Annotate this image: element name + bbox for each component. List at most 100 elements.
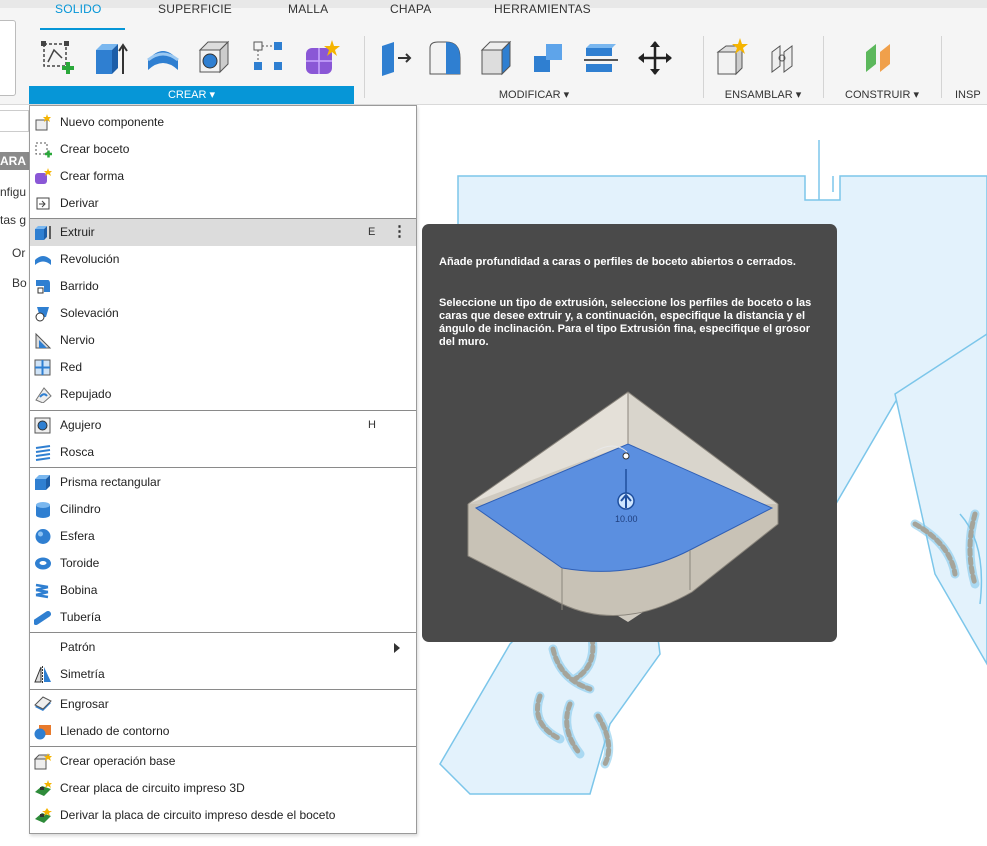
menu-item-nervio[interactable]: Nervio bbox=[30, 327, 416, 354]
rib-icon bbox=[35, 332, 52, 349]
modificar-group-button[interactable]: MODIFICAR ▾ bbox=[366, 86, 702, 104]
dimension-label: 10.00 bbox=[615, 514, 638, 524]
create-form-icon bbox=[35, 168, 52, 184]
menu-item-prisma-rectangular[interactable]: Prisma rectangular bbox=[30, 469, 416, 496]
thicken-icon bbox=[34, 696, 52, 711]
menu-item-esfera[interactable]: Esfera bbox=[30, 523, 416, 550]
menu-item-derivar-placa[interactable]: Derivar la placa de circuito impreso des… bbox=[30, 802, 416, 829]
construir-group-button[interactable]: CONSTRUIR ▾ bbox=[824, 86, 940, 104]
extrude-icon[interactable] bbox=[92, 38, 130, 78]
ensamblar-group-button[interactable]: ENSAMBLAR ▾ bbox=[704, 86, 822, 104]
base-feature-icon bbox=[34, 753, 52, 770]
tab-chapa[interactable]: CHAPA bbox=[390, 2, 431, 16]
pipe-icon bbox=[34, 611, 51, 625]
crear-group-button[interactable]: CREAR ▾ bbox=[29, 86, 354, 104]
emboss-icon bbox=[35, 387, 52, 403]
data-panel-button[interactable] bbox=[0, 20, 16, 96]
mirror-icon bbox=[34, 666, 51, 683]
submenu-arrow-icon bbox=[394, 643, 400, 653]
menu-item-patron[interactable]: Patrón bbox=[30, 634, 416, 661]
loft-icon bbox=[35, 307, 49, 322]
press-pull-icon[interactable] bbox=[376, 38, 414, 78]
box-icon bbox=[35, 475, 50, 490]
derive-icon bbox=[36, 197, 50, 210]
menu-item-crear-operacion-base[interactable]: Crear operación base bbox=[30, 748, 416, 775]
menu-item-engrosar[interactable]: Engrosar bbox=[30, 691, 416, 718]
menu-separator bbox=[30, 632, 416, 633]
offset-plane-icon[interactable] bbox=[862, 38, 900, 78]
menu-item-cilindro[interactable]: Cilindro bbox=[30, 496, 416, 523]
revolve-icon[interactable] bbox=[144, 38, 182, 78]
browser-collapse-button[interactable] bbox=[0, 110, 29, 132]
browser-row[interactable]: nfigu bbox=[0, 185, 26, 199]
tab-malla[interactable]: MALLA bbox=[288, 2, 328, 16]
extrude-preview-image: 10.00 bbox=[467, 391, 779, 622]
menu-item-derivar[interactable]: Derivar bbox=[30, 190, 416, 217]
tab-solido[interactable]: SOLIDO bbox=[55, 2, 102, 16]
split-body-icon[interactable] bbox=[582, 38, 620, 78]
tab-herramientas[interactable]: HERRAMIENTAS bbox=[494, 2, 591, 16]
menu-item-solevacion[interactable]: Solevación bbox=[30, 300, 416, 327]
menu-item-repujado[interactable]: Repujado bbox=[30, 381, 416, 408]
thread-icon bbox=[35, 445, 51, 461]
coil-icon bbox=[35, 583, 49, 599]
create-form-icon[interactable] bbox=[302, 38, 340, 78]
cylinder-icon bbox=[36, 502, 50, 518]
revolve-icon bbox=[35, 256, 51, 265]
pattern-icon[interactable] bbox=[250, 38, 288, 78]
fillet-icon[interactable] bbox=[426, 38, 464, 78]
shortcut-label: E bbox=[368, 226, 376, 238]
tab-superficie[interactable]: SUPERFICIE bbox=[158, 2, 232, 16]
more-options-icon[interactable]: ⋮ bbox=[392, 218, 407, 245]
menu-item-crear-forma[interactable]: Crear forma bbox=[30, 163, 416, 190]
web-icon bbox=[34, 359, 51, 376]
extrude-icon bbox=[35, 226, 51, 240]
new-component-icon[interactable] bbox=[712, 38, 750, 78]
divider bbox=[941, 36, 942, 98]
browser-row[interactable]: Bo bbox=[12, 276, 27, 290]
menu-separator bbox=[30, 410, 416, 411]
boundary-fill-icon bbox=[34, 725, 51, 740]
menu-item-llenado-contorno[interactable]: Llenado de contorno bbox=[30, 718, 416, 745]
sphere-icon bbox=[35, 529, 51, 544]
torus-icon bbox=[35, 557, 51, 570]
joint-icon[interactable] bbox=[764, 38, 802, 78]
shortcut-label: H bbox=[368, 419, 376, 431]
toolbar-ribbon: SOLIDO SUPERFICIE MALLA CHAPA HERRAMIENT… bbox=[0, 0, 987, 105]
hole-icon bbox=[34, 417, 51, 434]
menu-item-rosca[interactable]: Rosca bbox=[30, 439, 416, 466]
extrude-tooltip: Añade profundidad a caras o perfiles de … bbox=[422, 224, 837, 642]
pcb-3d-icon bbox=[35, 780, 52, 796]
pcb-derive-icon bbox=[35, 808, 52, 823]
menu-item-tuberia[interactable]: Tubería bbox=[30, 604, 416, 631]
sweep-icon bbox=[36, 280, 50, 294]
inspeccionar-group-button[interactable]: INSP bbox=[955, 86, 987, 104]
shell-icon[interactable] bbox=[478, 38, 516, 78]
menu-item-barrido[interactable]: Barrido bbox=[30, 273, 416, 300]
create-sketch-icon[interactable] bbox=[38, 38, 76, 78]
browser-row[interactable]: Or bbox=[12, 246, 25, 260]
menu-item-crear-placa-3d[interactable]: Crear placa de circuito impreso 3D bbox=[30, 775, 416, 802]
move-icon[interactable] bbox=[636, 38, 674, 78]
new-component-icon bbox=[35, 114, 51, 131]
tooltip-description: Añade profundidad a caras o perfiles de … bbox=[439, 256, 796, 268]
crear-dropdown-menu: Nuevo componente Crear boceto Crear form… bbox=[29, 105, 417, 834]
menu-item-agujero[interactable]: Agujero H bbox=[30, 412, 416, 439]
menu-separator bbox=[30, 467, 416, 468]
menu-item-red[interactable]: Red bbox=[30, 354, 416, 381]
menu-item-crear-boceto[interactable]: Crear boceto bbox=[30, 136, 416, 163]
menu-item-toroide[interactable]: Toroide bbox=[30, 550, 416, 577]
menu-separator bbox=[30, 746, 416, 747]
menu-item-extruir[interactable]: Extruir E ⋮ bbox=[30, 219, 416, 246]
combine-icon[interactable] bbox=[530, 38, 568, 78]
menu-item-simetria[interactable]: Simetría bbox=[30, 661, 416, 688]
browser-row[interactable]: tas g bbox=[0, 213, 26, 227]
tooltip-instructions: Seleccione un tipo de extrusión, selecci… bbox=[439, 297, 812, 348]
menu-item-revolucion[interactable]: Revolución bbox=[30, 246, 416, 273]
divider bbox=[364, 36, 365, 98]
menu-separator bbox=[30, 689, 416, 690]
active-tab-indicator bbox=[40, 28, 125, 30]
menu-item-bobina[interactable]: Bobina bbox=[30, 577, 416, 604]
menu-item-nuevo-componente[interactable]: Nuevo componente bbox=[30, 109, 416, 136]
hole-icon[interactable] bbox=[196, 38, 234, 78]
